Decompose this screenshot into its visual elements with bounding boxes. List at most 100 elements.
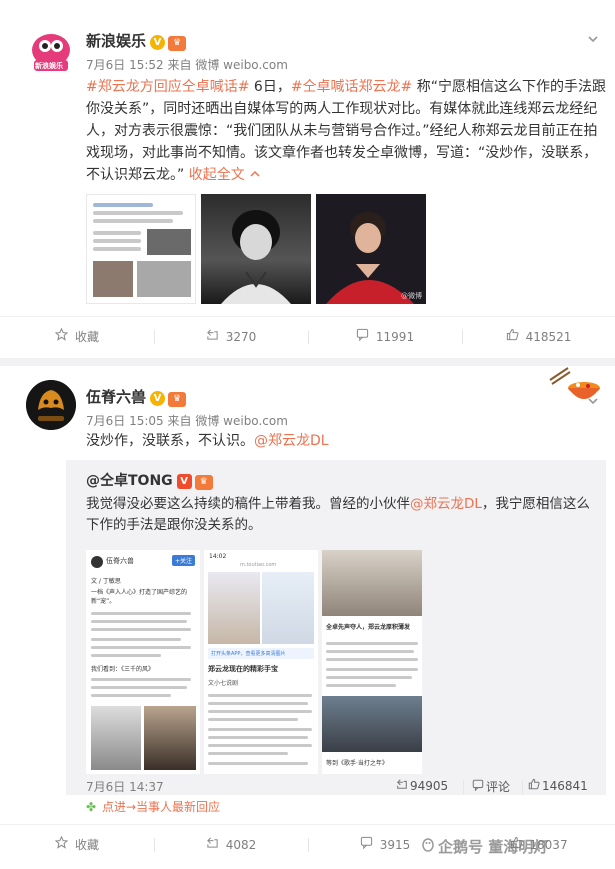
divider (522, 780, 523, 794)
comment-button[interactable]: 11991 (308, 317, 462, 357)
like-button[interactable]: 418521 (462, 317, 615, 357)
repost-footer: 7月6日 14:37 94905 评论 146841 (66, 778, 606, 796)
image-line (326, 650, 414, 653)
post-source[interactable]: 微博 weibo.com (195, 58, 288, 72)
author-name[interactable]: 新浪娱乐 V ♛ (86, 30, 187, 51)
image-line (93, 211, 183, 215)
collapse-link[interactable]: 收起全文 (189, 167, 261, 183)
image-line (326, 676, 412, 679)
image-watermark: @微博 (401, 292, 422, 300)
post-meta: 7月6日 15:05 来自 微博 weibo.com (86, 412, 288, 429)
hot-comment-text[interactable]: 点进→当事人最新回应 (102, 800, 220, 814)
image-line (91, 646, 191, 649)
original-like[interactable]: 146841 (528, 778, 588, 793)
favorite-button[interactable]: 收藏 (0, 317, 154, 357)
post-text: 没炒作，没联系，不认识。@郑云龙DL (86, 430, 606, 452)
image-line (91, 612, 191, 615)
star-icon (55, 317, 69, 357)
original-comment[interactable]: 评论 (472, 778, 510, 795)
image-line (93, 231, 141, 235)
image-line (326, 668, 418, 671)
post-time[interactable]: 7月6日 15:05 (86, 414, 164, 428)
post-meta: 7月6日 15:52 来自 微博 weibo.com (86, 56, 288, 73)
author-name-text[interactable]: 新浪娱乐 (86, 32, 146, 50)
thumbs-up-icon (506, 317, 520, 357)
repost-button[interactable]: 3270 (154, 317, 308, 357)
chevron-down-icon[interactable] (586, 32, 600, 46)
comment-count[interactable]: 3915 (380, 838, 411, 852)
topic-link[interactable]: #仝卓喊话郑云龙# (291, 79, 412, 95)
image-photo (262, 572, 314, 644)
platform-watermark: 企鹅号 董海明灯 (420, 836, 548, 857)
image-line (326, 658, 418, 661)
repost-count[interactable]: 3270 (226, 330, 257, 344)
repost-image-3[interactable]: 全卓先声夺人，郑云龙厚积薄发 等到《歌手·当打之年》 (322, 550, 422, 774)
member-crown-icon: ♛ (194, 475, 213, 490)
mini-caption: 等到《歌手·当打之年》 (326, 760, 388, 767)
mention-link[interactable]: @郑云龙DL (254, 433, 329, 449)
beast-logo-icon (26, 380, 76, 430)
collapse-label[interactable]: 收起全文 (189, 167, 245, 183)
image-line (208, 694, 312, 697)
original-author[interactable]: @仝卓TONG V ♛ (86, 470, 213, 490)
image-photo (137, 261, 191, 297)
image-line (326, 684, 396, 687)
mini-banner: 打开头条APP，查看更多高清图片 (208, 648, 314, 659)
author-avatar[interactable]: 新浪娱乐 (26, 26, 76, 76)
source-prefix: 来自 (167, 414, 192, 428)
mini-avatar (91, 556, 103, 568)
favorite-label[interactable]: 收藏 (75, 330, 99, 344)
favorite-button[interactable]: 收藏 (0, 825, 154, 865)
author-name[interactable]: 伍脊六兽 V ♛ (86, 386, 187, 407)
repost-image-2[interactable]: 14:02 m.toutiao.com 打开头条APP，查看更多高清图片 郑云龙… (204, 550, 318, 774)
image-line (91, 620, 187, 623)
reposted-content[interactable]: @仝卓TONG V ♛ 我觉得没必要这么持续的稿件上带着我。曾经的小伙伴@郑云龙DL… (66, 460, 606, 795)
verified-v-icon: V (176, 474, 192, 489)
image-line (91, 638, 181, 641)
thumbs-up-icon (528, 778, 542, 793)
repost-count[interactable]: 4082 (226, 838, 257, 852)
original-repost[interactable]: 94905 (396, 778, 448, 793)
repost-icon (206, 825, 220, 865)
original-author-name[interactable]: @仝卓TONG (86, 473, 173, 489)
divider (463, 780, 464, 794)
image-line (326, 642, 418, 645)
post-image-2[interactable] (201, 194, 311, 304)
post-time[interactable]: 7月6日 15:52 (86, 58, 164, 72)
image-photo (208, 572, 260, 644)
original-like-count[interactable]: 146841 (542, 779, 588, 793)
image-photo (322, 696, 422, 752)
mini-title: 全卓先声夺人，郑云龙厚积薄发 (326, 624, 411, 631)
topic-link[interactable]: #郑云龙方回应仝卓喊话# (86, 79, 249, 95)
author-avatar[interactable] (26, 380, 76, 430)
image-line (91, 686, 187, 689)
mention-link[interactable]: @郑云龙DL (410, 496, 482, 512)
text-segment: 我觉得没必要这么持续的稿件上带着我。曾经的小伙伴 (86, 496, 410, 512)
image-photo (144, 706, 196, 770)
repost-icon (206, 317, 220, 357)
image-line (91, 654, 161, 657)
repost-icon (396, 778, 410, 793)
favorite-label[interactable]: 收藏 (75, 838, 99, 852)
chevron-down-icon[interactable] (586, 394, 600, 408)
post-image-3[interactable]: @微博 (316, 194, 426, 304)
weibo-post-1: 新浪娱乐 新浪娱乐 V ♛ 7月6日 15:52 来自 微博 weibo.com #… (0, 0, 615, 365)
post-image-1[interactable] (86, 194, 196, 304)
text-segment: 没炒作，没联系，不认识。 (86, 433, 254, 449)
image-photo (322, 550, 422, 616)
hot-comment-link[interactable]: ✤ 点进→当事人最新回应 (86, 798, 220, 815)
author-name-text[interactable]: 伍脊六兽 (86, 388, 146, 406)
repost-button[interactable]: 4082 (154, 825, 308, 865)
post-source[interactable]: 微博 weibo.com (195, 414, 288, 428)
post-action-bar: 收藏 3270 11991 418521 (0, 316, 615, 356)
original-repost-count[interactable]: 94905 (410, 779, 448, 793)
original-time[interactable]: 7月6日 14:37 (86, 778, 164, 795)
comment-count[interactable]: 11991 (376, 330, 414, 344)
repost-image-1[interactable]: 伍脊六兽 +关注 文 / 丁敏思 一档《声入人心》打造了国产综艺的新“宠”。 我… (86, 550, 200, 774)
comment-icon (360, 825, 374, 865)
image-line (208, 718, 298, 721)
like-count[interactable]: 418521 (526, 330, 572, 344)
image-line (93, 239, 141, 243)
original-comment-label[interactable]: 评论 (486, 780, 510, 794)
mini-byline: 文 / 丁敏思 (91, 578, 121, 585)
